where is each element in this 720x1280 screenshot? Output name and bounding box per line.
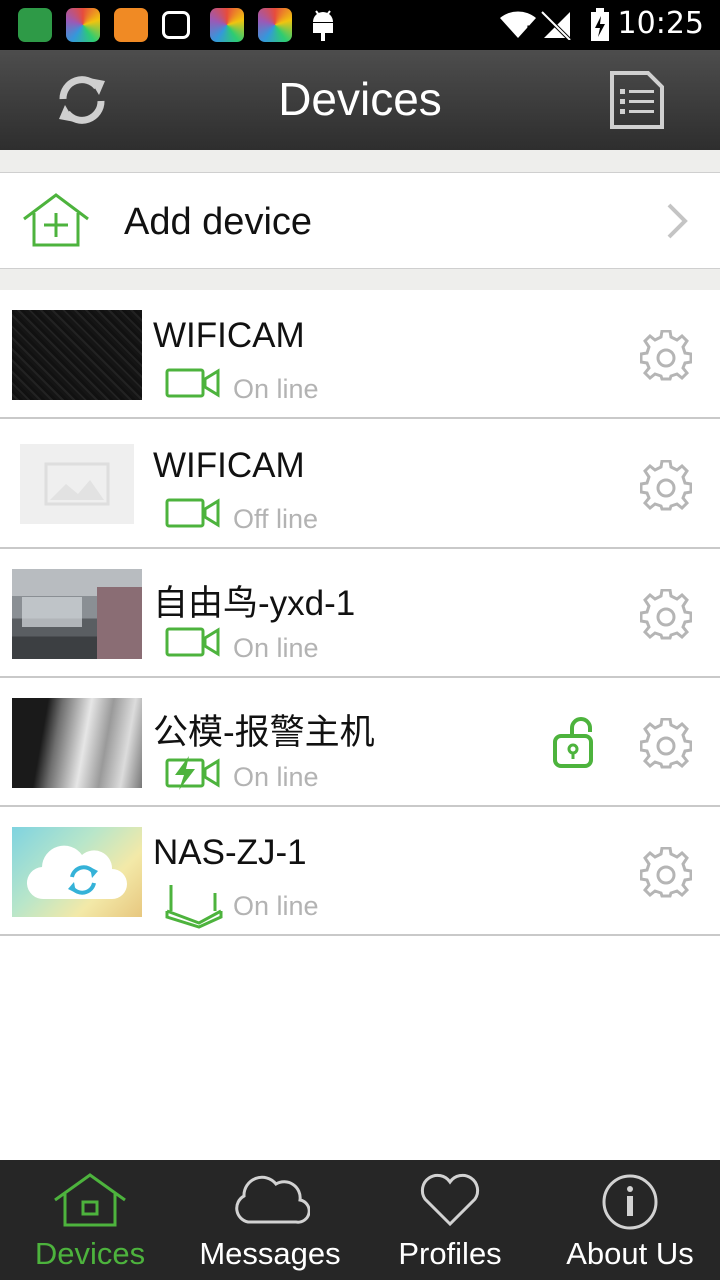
- app-notification-icon: [18, 8, 52, 42]
- device-thumbnail[interactable]: [20, 444, 134, 524]
- device-status: On line: [233, 374, 319, 404]
- tab-about-us[interactable]: About Us: [540, 1160, 720, 1280]
- tab-profiles[interactable]: Profiles: [360, 1160, 540, 1280]
- settings-gear-icon[interactable]: [640, 330, 692, 382]
- unlock-icon[interactable]: [552, 714, 596, 770]
- separator: [0, 150, 720, 172]
- list-icon: [610, 71, 664, 129]
- device-thumbnail[interactable]: [12, 310, 142, 400]
- device-status: On line: [233, 762, 319, 792]
- image-placeholder-icon: [44, 462, 110, 506]
- tab-label: Devices: [34, 1236, 146, 1271]
- device-name: NAS-ZJ-1: [153, 833, 307, 872]
- tab-devices[interactable]: Devices: [0, 1160, 180, 1280]
- separator: [0, 269, 720, 290]
- clock: 10:25: [617, 6, 704, 41]
- list-button[interactable]: [605, 68, 669, 132]
- cloud-icon: [235, 1175, 310, 1224]
- router-icon: [165, 885, 223, 929]
- camera-icon: [165, 627, 220, 657]
- add-device-row[interactable]: Add device: [0, 172, 720, 269]
- app-notification-icon: [210, 8, 244, 42]
- device-thumbnail[interactable]: [12, 698, 142, 788]
- app-notification-icon: [114, 8, 148, 42]
- app-notification-icon: [162, 11, 190, 39]
- device-row[interactable]: WIFICAM Off line: [0, 420, 720, 549]
- chevron-right-icon: [667, 203, 688, 239]
- tab-label: Messages: [199, 1236, 341, 1271]
- bottom-tab-bar: Devices Messages Profiles About Us: [0, 1160, 720, 1280]
- home-icon: [54, 1173, 126, 1227]
- device-name: 自由鸟-yxd-1: [153, 584, 356, 623]
- device-thumbnail[interactable]: [12, 569, 142, 659]
- status-bar: ! 10:25: [0, 0, 720, 50]
- app-notification-icon: [258, 8, 292, 42]
- title-bar: Devices: [0, 50, 720, 150]
- settings-gear-icon[interactable]: [640, 589, 692, 641]
- camera-icon: [165, 498, 220, 528]
- tab-label: About Us: [566, 1236, 694, 1271]
- svg-text:!: !: [525, 22, 531, 40]
- camera-icon: [165, 368, 220, 398]
- device-row[interactable]: WIFICAM On line: [0, 290, 720, 419]
- device-name: 公模-报警主机: [153, 713, 375, 752]
- device-row[interactable]: 自由鸟-yxd-1 On line: [0, 549, 720, 678]
- device-name: WIFICAM: [153, 446, 305, 485]
- device-row[interactable]: NAS-ZJ-1 On line: [0, 807, 720, 936]
- cloud-sync-icon: [26, 845, 127, 900]
- settings-gear-icon[interactable]: [640, 718, 692, 770]
- device-name: WIFICAM: [153, 316, 305, 355]
- battery-icon: [591, 8, 609, 41]
- device-row[interactable]: 公模-报警主机 On line: [0, 678, 720, 807]
- android-icon: [313, 10, 333, 41]
- add-device-label: Add device: [124, 201, 313, 243]
- settings-gear-icon[interactable]: [640, 460, 692, 512]
- add-home-icon: [23, 193, 89, 247]
- heart-icon: [420, 1173, 480, 1227]
- device-status: On line: [233, 633, 319, 663]
- alarm-camera-icon: [165, 756, 220, 790]
- wifi-icon: !: [500, 11, 536, 40]
- settings-gear-icon[interactable]: [640, 847, 692, 899]
- tab-messages[interactable]: Messages: [180, 1160, 360, 1280]
- info-icon: [602, 1174, 658, 1230]
- device-status: On line: [233, 891, 319, 921]
- device-status: Off line: [233, 504, 319, 534]
- tab-label: Profiles: [398, 1236, 502, 1271]
- device-thumbnail[interactable]: [12, 827, 142, 917]
- no-signal-icon: [540, 10, 572, 40]
- app-notification-icon: [66, 8, 100, 42]
